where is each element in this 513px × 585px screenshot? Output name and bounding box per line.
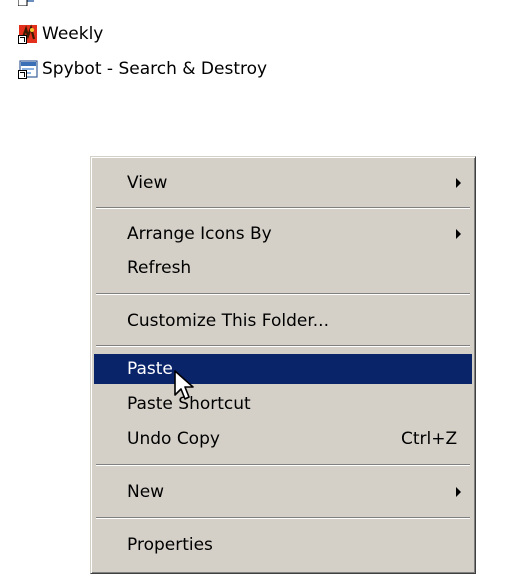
menu-item-undo-copy[interactable]: Undo Copy Ctrl+Z — [94, 424, 472, 454]
menu-item-label: Refresh — [127, 258, 192, 278]
menu-item-label: View — [127, 173, 168, 193]
shortcut-arrow-icon — [18, 70, 27, 79]
menu-separator — [96, 293, 470, 295]
menu-item-view[interactable]: View — [94, 168, 472, 198]
menu-item-label: Undo Copy — [127, 429, 220, 449]
menu-item-customize-folder[interactable]: Customize This Folder... — [94, 306, 472, 336]
submenu-arrow-icon — [456, 178, 461, 188]
menu-item-label: Arrange Icons By — [127, 224, 272, 244]
menu-separator — [96, 207, 470, 209]
shortcut-label: Weekly — [42, 24, 104, 44]
menu-item-shortcut-key: Ctrl+Z — [401, 429, 458, 449]
menu-item-new[interactable]: New — [94, 477, 472, 507]
menu-item-arrange-icons-by[interactable]: Arrange Icons By — [94, 219, 472, 249]
shortcut-arrow-icon — [18, 35, 27, 44]
menu-separator — [96, 464, 470, 466]
menu-separator — [96, 345, 470, 347]
desktop-shortcut-spybot[interactable]: Spybot - Search & Destroy — [18, 57, 267, 81]
desktop-shortcut-weekly[interactable]: Weekly — [18, 22, 103, 46]
weekly-app-icon — [18, 24, 38, 44]
menu-item-label: Paste — [127, 359, 173, 379]
menu-separator — [96, 517, 470, 519]
shortcut-label: Spybot - Search & Destroy — [42, 59, 268, 79]
mouse-pointer-icon — [173, 369, 197, 403]
menu-item-paste[interactable]: Paste — [94, 354, 472, 384]
menu-item-properties[interactable]: Properties — [94, 530, 472, 560]
submenu-arrow-icon — [456, 487, 461, 497]
menu-item-refresh[interactable]: Refresh — [94, 253, 472, 283]
partial-shortcut-icon — [17, 0, 38, 7]
desktop-context-menu: View Arrange Icons By Refresh Customize … — [90, 156, 476, 574]
menu-item-label: Properties — [127, 535, 213, 555]
spybot-app-icon — [18, 59, 38, 79]
menu-item-label: New — [127, 482, 165, 502]
menu-item-paste-shortcut[interactable]: Paste Shortcut — [94, 389, 472, 419]
submenu-arrow-icon — [456, 229, 461, 239]
menu-item-label: Customize This Folder... — [127, 311, 329, 331]
